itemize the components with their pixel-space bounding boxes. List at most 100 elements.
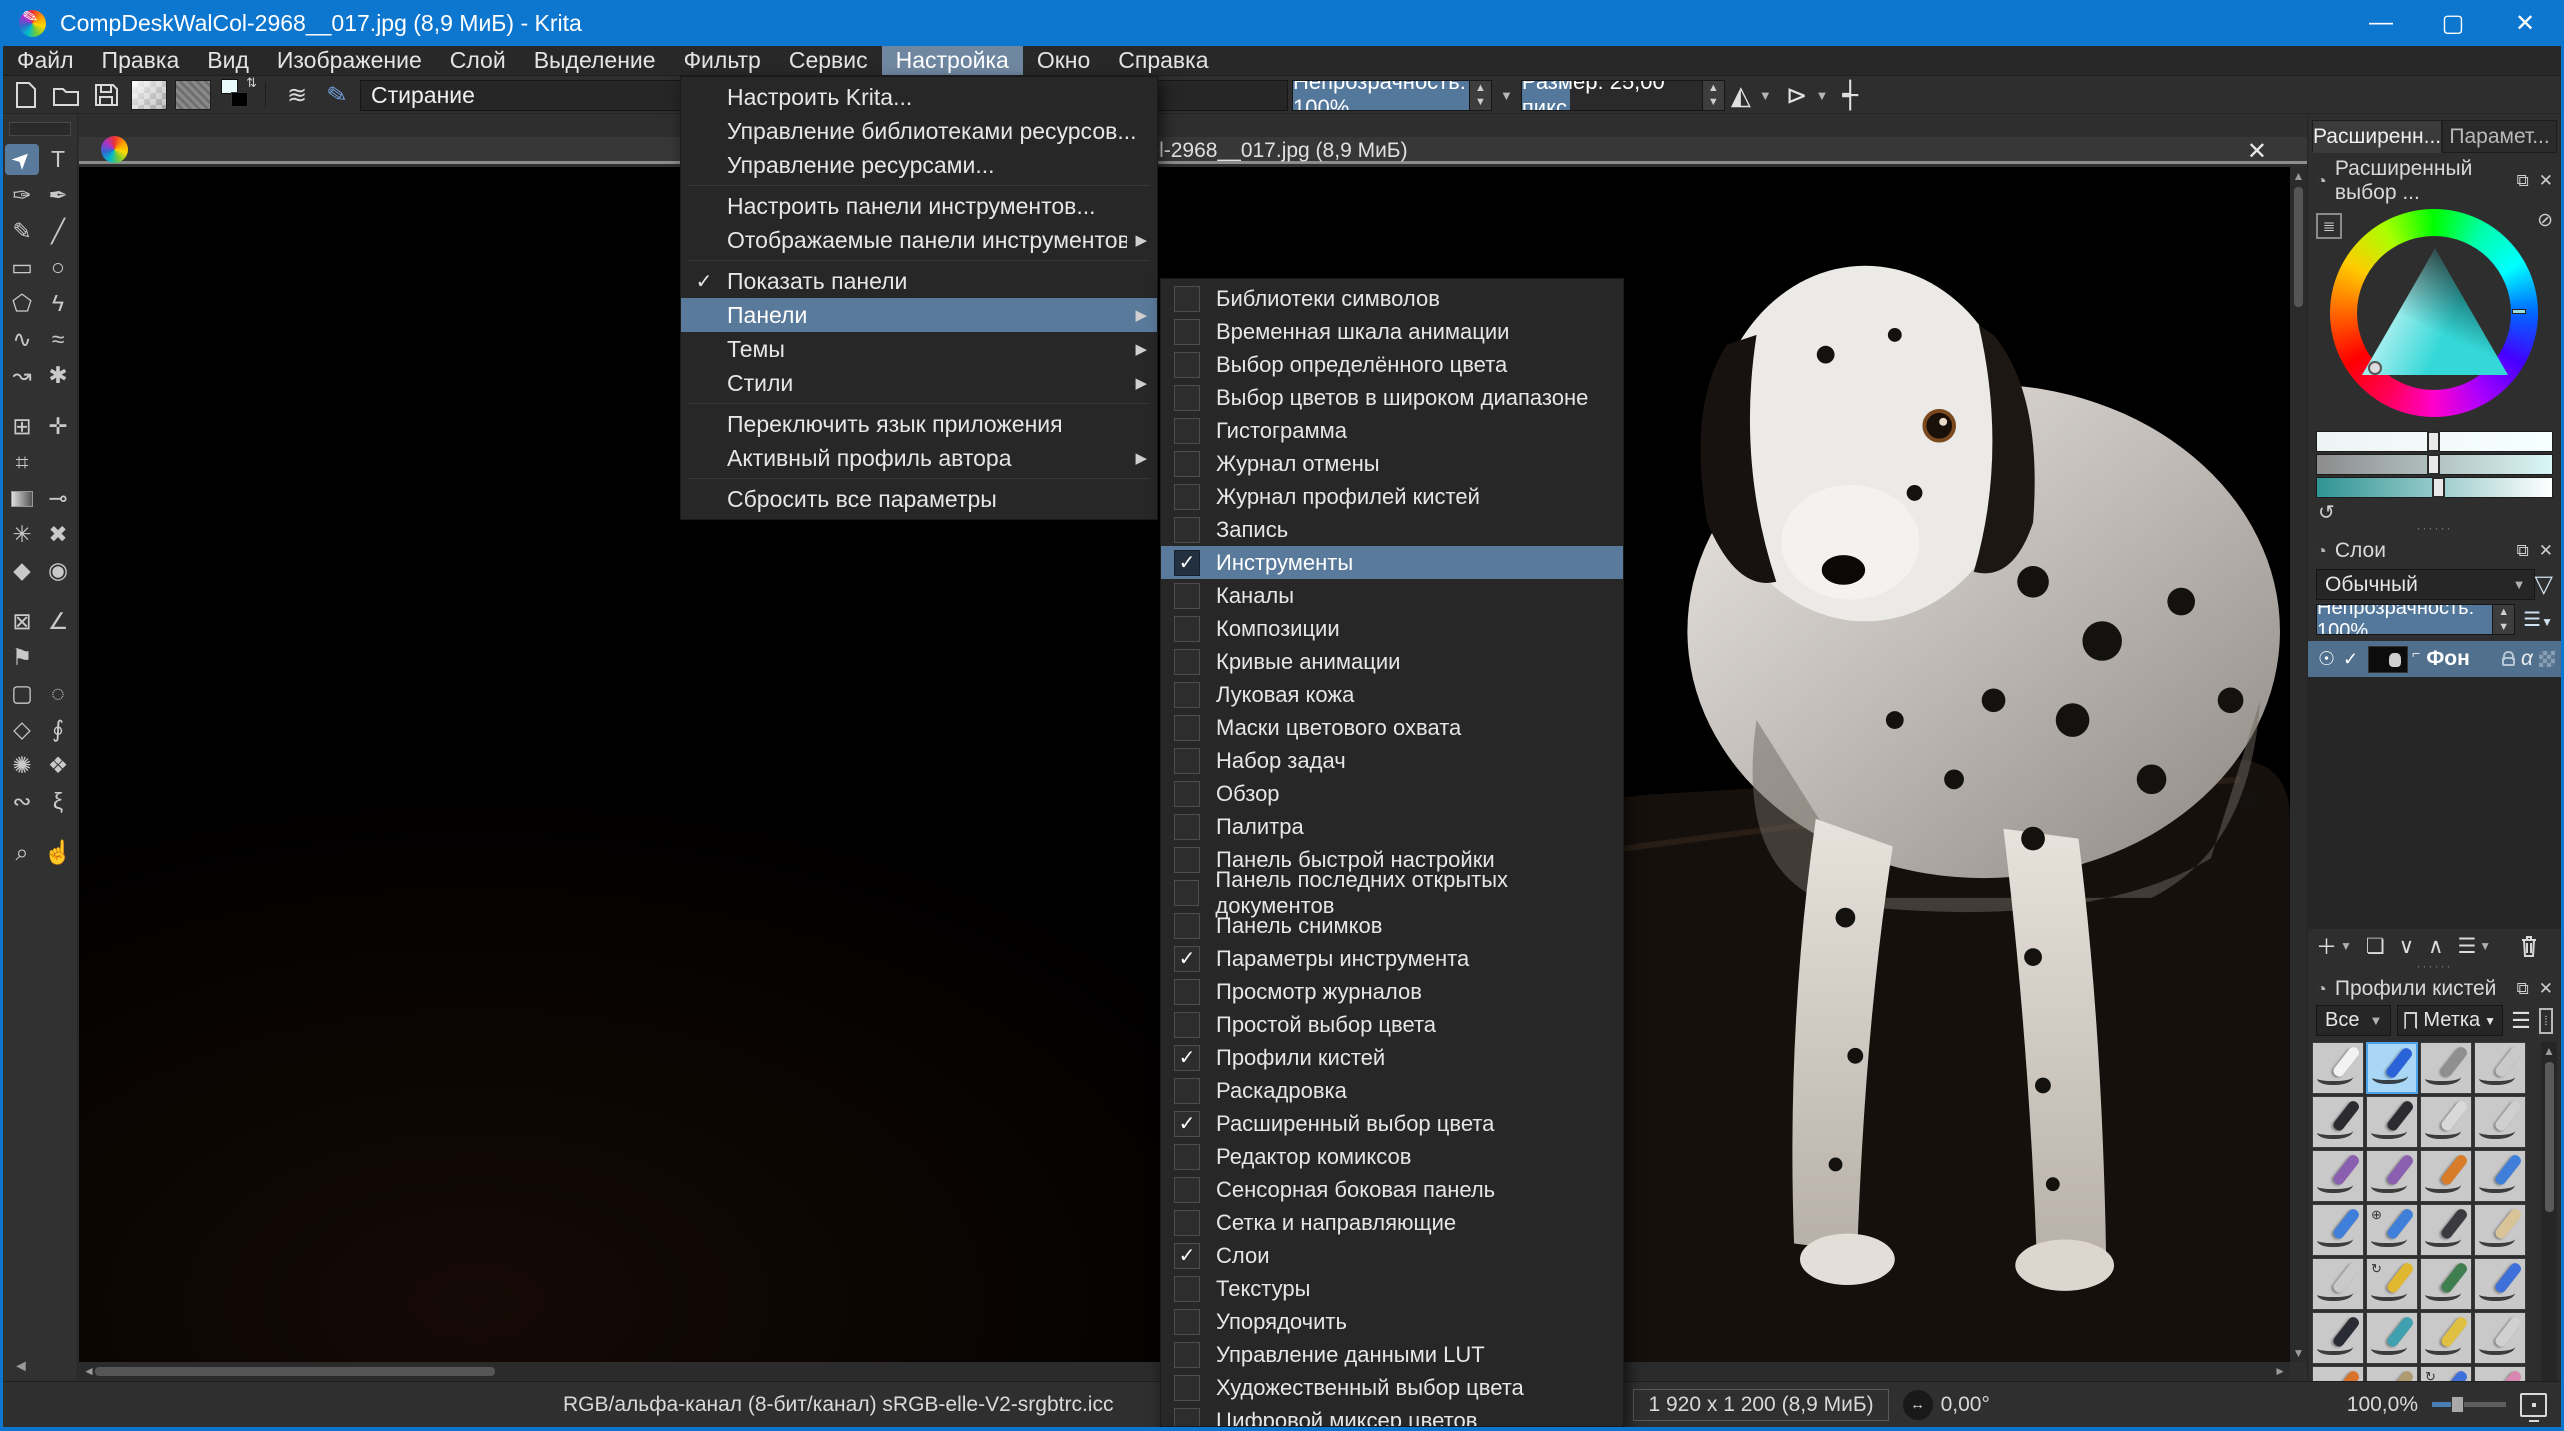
docker-checkbox-9[interactable]: ✓ [1174, 550, 1200, 576]
layer-options-icon[interactable]: ☰▼ [2523, 607, 2553, 632]
brush-preset-24[interactable] [2474, 1312, 2526, 1364]
mirror-horizontal-dropdown-icon[interactable]: ▼ [1759, 88, 1772, 103]
docker-checkbox-17[interactable] [1174, 814, 1200, 840]
docker-checkbox-12[interactable] [1174, 649, 1200, 675]
docker-toggle-item-4[interactable]: Выбор цветов в широком диапазоне [1161, 381, 1623, 414]
docker-toggle-item-8[interactable]: Запись [1161, 513, 1623, 546]
docker-toggle-item-30[interactable]: ✓Слои [1161, 1239, 1623, 1272]
menubar-item-11[interactable]: Справка [1104, 46, 1222, 75]
docker-checkbox-13[interactable] [1174, 682, 1200, 708]
docker-checkbox-14[interactable] [1174, 715, 1200, 741]
settings-menu-item-11[interactable]: Активный профиль автора▶ [681, 441, 1157, 475]
docker-toggle-item-33[interactable]: Управление данными LUT [1161, 1338, 1623, 1371]
docker-checkbox-7[interactable] [1174, 484, 1200, 510]
settings-menu-item-9[interactable]: Стили▶ [681, 366, 1157, 400]
docker-toggle-item-29[interactable]: Сетка и направляющие [1161, 1206, 1623, 1239]
brush-preset-10[interactable] [2366, 1150, 2418, 1202]
docker-checkbox-32[interactable] [1174, 1309, 1200, 1335]
hue-marker[interactable] [2512, 309, 2526, 314]
brush-preset-9[interactable] [2312, 1150, 2364, 1202]
docker-drag-handle-2[interactable]: ······ [2308, 963, 2561, 973]
opacity-dropdown-icon[interactable]: ▼ [1500, 88, 1513, 103]
layer-row-background[interactable]: ☉ ✓ ⌐ Фон α [2308, 641, 2561, 677]
scroll-right-icon[interactable]: ► [2274, 1364, 2286, 1378]
magic-wand-select-tool[interactable]: ✺ [5, 750, 39, 781]
docker-checkbox-30[interactable]: ✓ [1174, 1243, 1200, 1269]
polyline-tool[interactable]: ϟ [41, 288, 75, 319]
ellipse-tool[interactable]: ○ [41, 252, 75, 283]
docker-checkbox-2[interactable] [1174, 319, 1200, 345]
gradient-chooser[interactable] [131, 80, 167, 110]
scroll-left-icon[interactable]: ◄ [83, 1364, 95, 1378]
docker-toggle-item-6[interactable]: Журнал отмены [1161, 447, 1623, 480]
float-docker-icon[interactable]: ⧉ [2517, 171, 2529, 191]
docker-checkbox-22[interactable] [1174, 979, 1200, 1005]
docker-checkbox-23[interactable] [1174, 1012, 1200, 1038]
docker-checkbox-24[interactable]: ✓ [1174, 1045, 1200, 1071]
docker-checkbox-33[interactable] [1174, 1342, 1200, 1368]
document-tab-close-icon[interactable]: ✕ [2247, 137, 2267, 166]
layer-inherit-alpha-icon[interactable] [2539, 651, 2555, 667]
docker-toggle-item-19[interactable]: Панель последних открытых документов [1161, 876, 1623, 909]
mini-color-wheel-icon[interactable] [101, 136, 128, 163]
docker-checkbox-16[interactable] [1174, 781, 1200, 807]
freehand-path-tool[interactable]: ≈ [41, 324, 75, 355]
docker-checkbox-27[interactable] [1174, 1144, 1200, 1170]
brush-preset-19[interactable] [2420, 1258, 2472, 1310]
move-tool[interactable]: ✛ [41, 411, 75, 442]
menubar-item-9[interactable]: Настройка [882, 46, 1023, 75]
similar-color-select-tool[interactable]: ❖ [41, 750, 75, 781]
pattern-chooser[interactable] [175, 80, 211, 110]
brush-preset-14[interactable]: ⊕ [2366, 1204, 2418, 1256]
brush-preset-2[interactable] [2366, 1042, 2418, 1094]
settings-menu-item-8[interactable]: Темы▶ [681, 332, 1157, 366]
layer-thumbnail[interactable] [2368, 646, 2408, 673]
preset-filter-combo[interactable]: Все▼ [2316, 1005, 2391, 1036]
brush-preset-5[interactable] [2312, 1096, 2364, 1148]
docker-checkbox-28[interactable] [1174, 1177, 1200, 1203]
sv-marker[interactable] [2368, 361, 2382, 375]
edit-shapes-tool[interactable]: ✑ [5, 180, 39, 211]
toolbox-scroll-left-icon[interactable]: ◄ [13, 1358, 29, 1376]
freehand-brush-tool[interactable]: ✎ [5, 216, 39, 247]
docker-toggle-item-15[interactable]: Набор задач [1161, 744, 1623, 777]
layer-opacity-spinner[interactable]: ▲▼ [2493, 604, 2515, 635]
docker-toggle-item-2[interactable]: Временная шкала анимации [1161, 315, 1623, 348]
menubar-item-6[interactable]: Выделение [520, 46, 670, 75]
brush-preset-1[interactable] [2312, 1042, 2364, 1094]
fg-bg-colors[interactable]: ⇅ [221, 79, 257, 111]
scroll-up-icon[interactable]: ▲ [2293, 169, 2305, 183]
brush-preset-11[interactable] [2420, 1150, 2472, 1202]
multibrush-tool[interactable]: ✱ [41, 360, 75, 391]
settings-menu-item-3[interactable]: Управление ресурсами... [681, 148, 1157, 182]
docker-toggle-item-26[interactable]: ✓Расширенный выбор цвета [1161, 1107, 1623, 1140]
settings-menu-item-6[interactable]: ✓Показать панели [681, 264, 1157, 298]
docker-checkbox-6[interactable] [1174, 451, 1200, 477]
docker-checkbox-26[interactable]: ✓ [1174, 1111, 1200, 1137]
docker-toggle-item-34[interactable]: Художественный выбор цвета [1161, 1371, 1623, 1404]
zoom-tool[interactable]: ⌕ [5, 837, 39, 868]
docker-toggle-item-31[interactable]: Текстуры [1161, 1272, 1623, 1305]
open-document-icon[interactable] [49, 80, 83, 110]
brush-preset-23[interactable] [2420, 1312, 2472, 1364]
docker-toggle-item-32[interactable]: Упорядочить [1161, 1305, 1623, 1338]
menubar-item-3[interactable]: Вид [193, 46, 263, 75]
smart-patch-tool[interactable]: ✖ [41, 519, 75, 550]
save-icon[interactable] [89, 80, 123, 110]
tab-tool-options[interactable]: Парамет... [2442, 120, 2557, 153]
layers-float-icon[interactable]: ⧉ [2517, 541, 2529, 561]
layer-filter-icon[interactable]: ▽ [2535, 570, 2553, 599]
rectangle-tool[interactable]: ▭ [5, 252, 39, 283]
brush-scroll-up-icon[interactable]: ▲ [2543, 1044, 2555, 1058]
gradient-tool[interactable] [5, 483, 39, 514]
docker-toggle-item-28[interactable]: Сенсорная боковая панель [1161, 1173, 1623, 1206]
zoom-slider[interactable] [2432, 1402, 2506, 1407]
brush-preset-13[interactable] [2312, 1204, 2364, 1256]
color-picker-tool[interactable]: ⊸ [41, 483, 75, 514]
assistants-tool[interactable]: ⚑ [5, 642, 39, 673]
size-spinner[interactable]: ▲▼ [1703, 80, 1725, 111]
brush-preset-4[interactable] [2474, 1042, 2526, 1094]
menubar-item-2[interactable]: Правка [88, 46, 194, 75]
docker-checkbox-18[interactable] [1174, 847, 1200, 873]
layer-properties-button[interactable]: ☰▼ [2457, 934, 2491, 959]
